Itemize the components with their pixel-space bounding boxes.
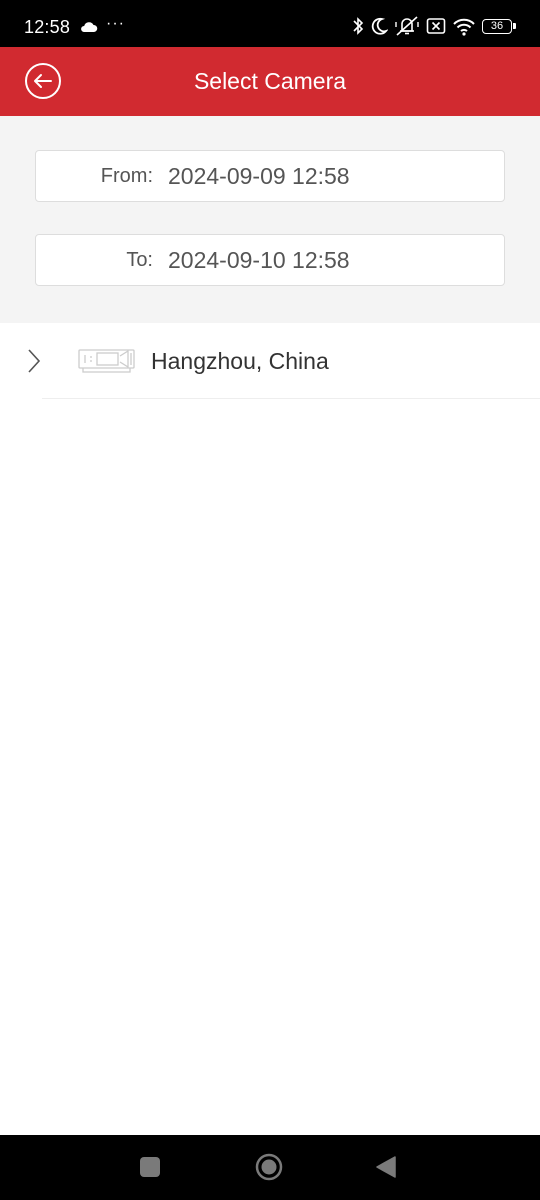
status-bar: 12:58 ··· 36 xyxy=(0,0,540,47)
camera-list: Hangzhou, China xyxy=(0,323,540,399)
home-circle-icon[interactable] xyxy=(254,1152,284,1182)
list-item[interactable]: Hangzhou, China xyxy=(0,323,540,399)
to-time-field[interactable]: To: 2024-09-10 12:58 xyxy=(35,234,505,286)
wifi-icon xyxy=(453,18,475,36)
from-time-field[interactable]: From: 2024-09-09 12:58 xyxy=(35,150,505,202)
to-label: To: xyxy=(126,249,153,271)
status-right-icons: 36 xyxy=(352,14,516,38)
navigation-bar xyxy=(0,1135,540,1200)
row-divider xyxy=(42,398,540,399)
sim-off-icon xyxy=(426,18,446,34)
chevron-right-icon[interactable] xyxy=(25,347,43,375)
time-range-section: From: 2024-09-09 12:58 To: 2024-09-10 12… xyxy=(0,116,540,323)
back-triangle-icon[interactable] xyxy=(375,1155,397,1179)
from-label: From: xyxy=(100,165,153,187)
page-title: Select Camera xyxy=(193,68,347,94)
moon-icon xyxy=(371,17,388,35)
status-left-icons: ··· xyxy=(80,15,125,37)
cloud-icon xyxy=(81,22,98,32)
recents-square-icon[interactable] xyxy=(140,1157,160,1177)
battery-level: 36 xyxy=(490,20,504,32)
app-header: Select Camera xyxy=(0,47,540,116)
battery-icon: 36 xyxy=(482,18,516,34)
to-value: 2024-09-10 12:58 xyxy=(168,247,350,273)
back-button[interactable] xyxy=(24,62,62,100)
video-device-icon xyxy=(78,349,135,373)
bluetooth-icon xyxy=(353,17,364,35)
vibrate-off-icon xyxy=(395,16,419,36)
status-time: 12:58 xyxy=(24,17,71,37)
camera-name: Hangzhou, China xyxy=(151,348,329,374)
more-notifications-icon: ··· xyxy=(106,15,125,32)
back-arrow-circle-icon xyxy=(25,63,61,99)
from-value: 2024-09-09 12:58 xyxy=(168,163,350,189)
